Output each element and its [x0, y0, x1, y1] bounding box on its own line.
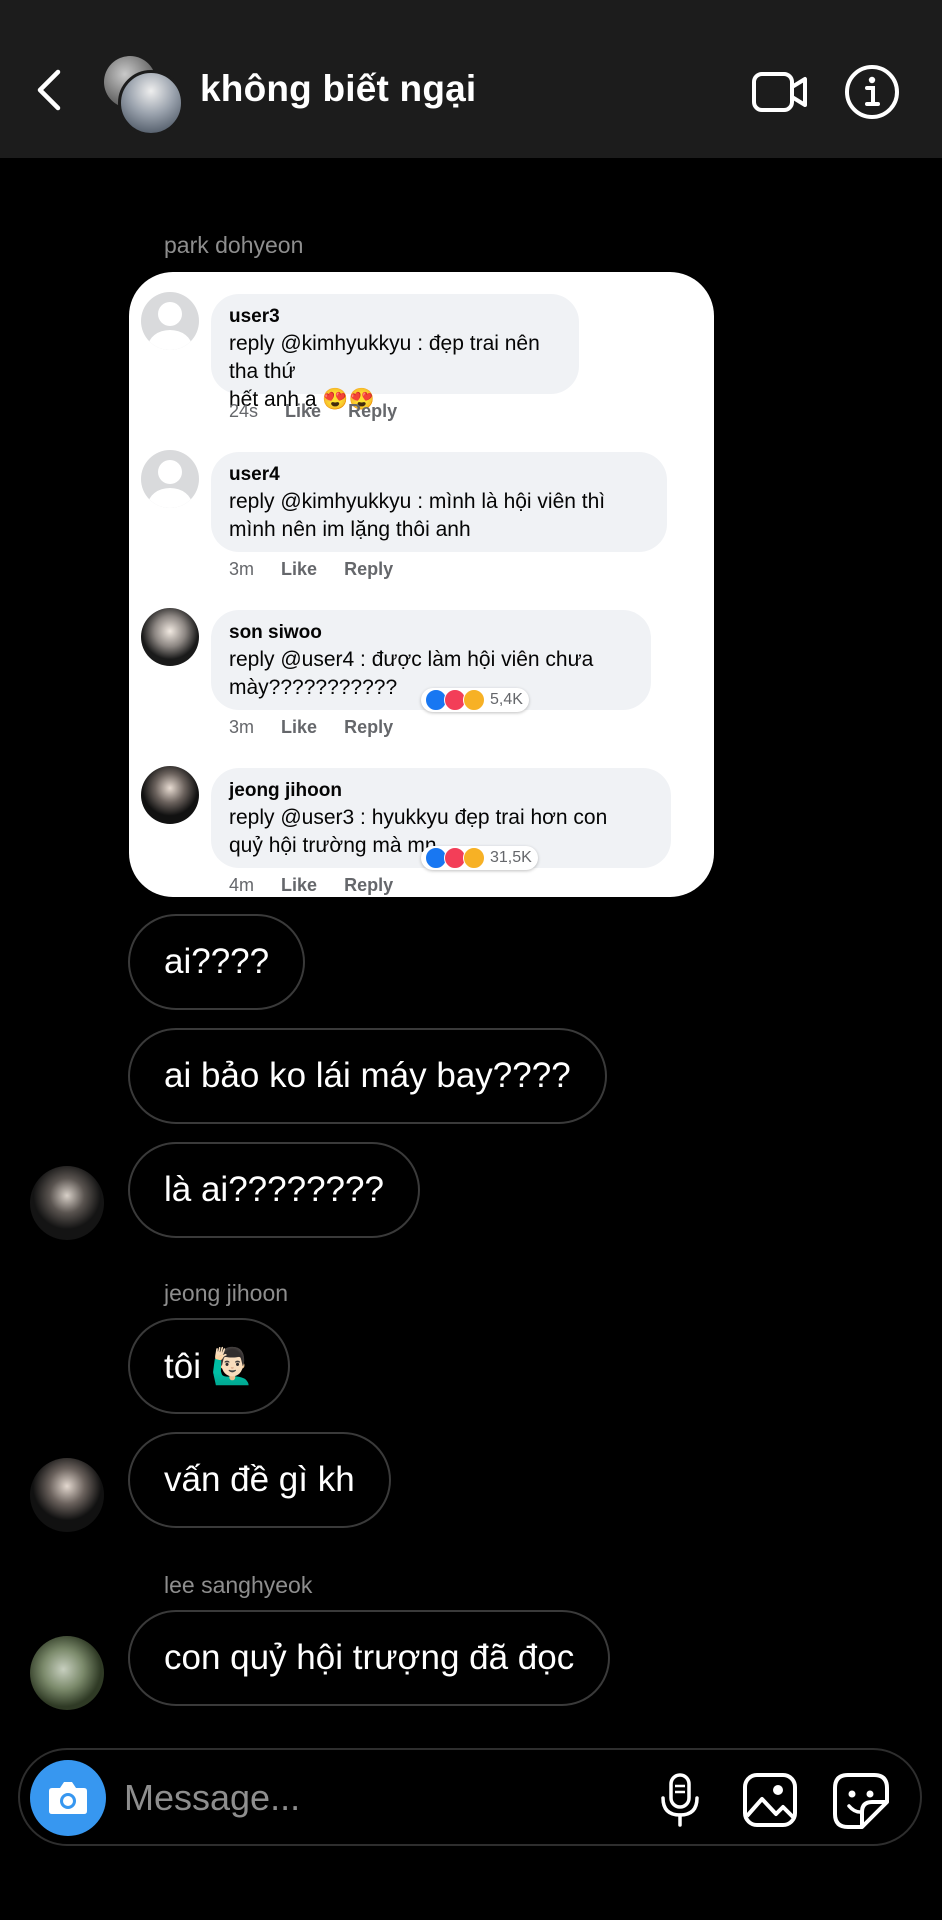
avatar[interactable] — [30, 1636, 104, 1710]
reaction-count: 31,5K — [490, 849, 532, 866]
comment-author: user3 — [229, 306, 280, 327]
chevron-left-icon[interactable] — [30, 60, 70, 120]
message-bubble[interactable]: vấn đề gì kh — [128, 1432, 391, 1528]
list-item: jeong jihoon reply @user3 : hyukkyu đẹp … — [129, 756, 714, 897]
message-input[interactable] — [124, 1776, 524, 1820]
camera-icon — [49, 1782, 87, 1814]
list-item: son siwoo reply @user4 : được làm hội vi… — [129, 598, 714, 748]
comment-time: 3m — [229, 559, 255, 579]
comment-bubble: user3 reply @kimhyukkyu : đẹp trai nên t… — [211, 294, 579, 411]
avatar — [141, 292, 199, 350]
like-link: Like — [285, 401, 322, 421]
avatar[interactable] — [30, 1166, 104, 1240]
comment-text: reply @kimhyukkyu : mình là hội viên thì — [229, 490, 606, 513]
avatar — [118, 70, 184, 136]
list-item: user4 reply @kimhyukkyu : mình là hội vi… — [129, 440, 714, 590]
reply-link: Reply — [344, 559, 394, 579]
like-link: Like — [281, 717, 318, 737]
message-bubble[interactable]: ai???? — [128, 914, 306, 1010]
reaction-summary: 31,5K — [421, 846, 538, 870]
message-bubble[interactable]: tôi 🙋🏻‍♂️ — [128, 1318, 291, 1414]
comment-author: user4 — [229, 464, 280, 485]
message-bubble[interactable]: là ai???????? — [128, 1142, 420, 1238]
image-icon[interactable] — [742, 1772, 798, 1828]
reply-link: Reply — [344, 717, 394, 737]
reaction-summary: 5,4K — [421, 688, 529, 712]
haha-reaction-icon — [463, 689, 485, 711]
sender-name: park dohyeon — [164, 232, 304, 258]
reply-link: Reply — [344, 875, 394, 895]
video-camera-icon[interactable] — [752, 70, 808, 114]
comment-text: mình nên im lặng thôi anh — [229, 518, 471, 541]
avatar — [141, 766, 199, 824]
comment-meta: 3m Like Reply — [229, 717, 415, 738]
comment-meta: 4m Like Reply — [229, 875, 415, 896]
reply-link: Reply — [348, 401, 398, 421]
sender-name: jeong jihoon — [164, 1280, 289, 1306]
message-bubble[interactable]: con quỷ hội trượng đã đọc — [128, 1610, 611, 1706]
chat-title[interactable]: không biết ngại — [200, 68, 476, 110]
reaction-count: 5,4K — [490, 691, 523, 708]
message-composer — [18, 1748, 922, 1846]
avatar — [141, 608, 199, 666]
comment-text: reply @user3 : hyukkyu đẹp trai hơn con — [229, 806, 608, 829]
comment-time: 24s — [229, 401, 259, 421]
info-icon[interactable] — [844, 64, 900, 120]
group-avatar[interactable] — [104, 56, 184, 136]
sender-name: lee sanghyeok — [164, 1572, 313, 1598]
list-item: user3 reply @kimhyukkyu : đẹp trai nên t… — [129, 282, 714, 432]
avatar[interactable] — [30, 1458, 104, 1532]
haha-reaction-icon — [463, 847, 485, 869]
message-bubble[interactable]: ai bảo ko lái máy bay???? — [128, 1028, 607, 1124]
comment-time: 3m — [229, 717, 255, 737]
comment-text: reply @kimhyukkyu : đẹp trai nên tha thứ — [229, 332, 540, 383]
comment-author: jeong jihoon — [229, 780, 342, 801]
comment-text: reply @user4 : được làm hội viên chưa — [229, 648, 594, 671]
like-link: Like — [281, 559, 318, 579]
comment-time: 4m — [229, 875, 255, 895]
sticker-icon[interactable] — [832, 1772, 890, 1830]
like-link: Like — [281, 875, 318, 895]
shared-image[interactable]: user3 reply @kimhyukkyu : đẹp trai nên t… — [129, 272, 714, 897]
comment-author: son siwoo — [229, 622, 322, 643]
camera-button[interactable] — [30, 1760, 106, 1836]
chat-header: không biết ngại — [0, 0, 942, 158]
avatar — [141, 450, 199, 508]
microphone-icon[interactable] — [656, 1772, 704, 1828]
comment-meta: 3m Like Reply — [229, 559, 415, 580]
comment-bubble: user4 reply @kimhyukkyu : mình là hội vi… — [211, 452, 667, 552]
comment-meta: 24s Like Reply — [229, 401, 419, 422]
